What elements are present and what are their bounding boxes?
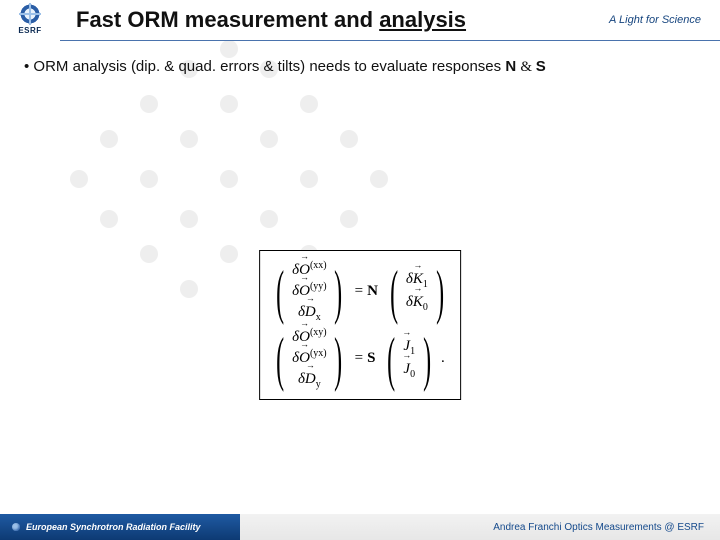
footer-credit: Andrea Franchi Optics Measurements @ ESR… (493, 522, 720, 533)
header-divider (60, 40, 720, 41)
tagline: A Light for Science (590, 14, 720, 26)
slide-title: Fast ORM measurement and analysis (60, 7, 590, 33)
logo-text: ESRF (18, 26, 41, 35)
footer-dot-icon (12, 523, 20, 531)
footer-org-text: European Synchrotron Radiation Facility (26, 522, 201, 532)
star-icon (19, 3, 41, 25)
equation-box: ( δO(xx) δO(yy) δDx ) =N ( δK1 δK0 ) ( δ… (259, 250, 461, 400)
footer-org: European Synchrotron Radiation Facility (0, 514, 240, 540)
equation-N: ( δO(xx) δO(yy) δDx ) =N ( δK1 δK0 ) (270, 259, 450, 324)
equation-S: ( δO(xy) δO(yx) δDy ) =S ( J1 J0 ) . (270, 326, 450, 391)
bullet-line: • ORM analysis (dip. & quad. errors & ti… (24, 56, 704, 78)
esrf-logo: ESRF (0, 0, 60, 40)
